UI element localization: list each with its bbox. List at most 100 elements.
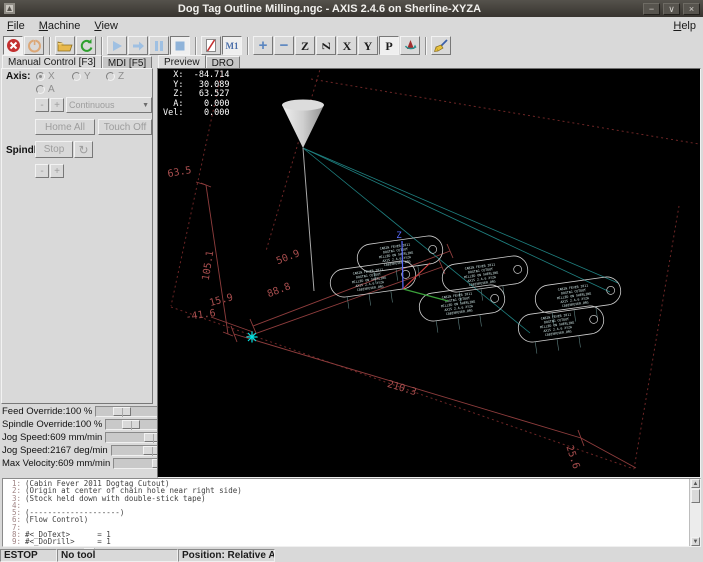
open-folder-icon	[57, 39, 73, 53]
toolbar: M1 + − Z Z X Y P	[0, 36, 703, 55]
estop-button[interactable]	[3, 36, 23, 55]
scroll-up-icon[interactable]: ▲	[691, 479, 700, 488]
touch-off-button[interactable]: Touch Off	[98, 119, 152, 135]
gcode-line[interactable]: 6:(Flow Control)	[3, 516, 689, 523]
axis-radio-y[interactable]: Y	[72, 71, 91, 82]
dim-105-1: 105.1	[201, 250, 217, 281]
gcode-scrollbar[interactable]: ▲ ▼	[689, 479, 700, 546]
chevron-down-icon: ▼	[142, 102, 149, 109]
tab-preview[interactable]: Preview	[158, 55, 206, 68]
dro-readout: X: -84.714 Y: 30.089 Z: 63.527 A: 0.000 …	[163, 71, 230, 119]
dim-neg-41-6: -41.6	[185, 308, 216, 323]
manual-control-panel: Manual Control [F3] MDI [F5] Axis: X Y Z…	[0, 55, 155, 478]
dim-50-9: 50.9	[275, 248, 301, 267]
spindle-plus-button[interactable]: +	[50, 164, 64, 178]
slider-row: Feed Override:100 %	[0, 405, 155, 418]
machine-power-button[interactable]	[24, 36, 44, 55]
pause-button[interactable]	[149, 36, 169, 55]
axis-label: Axis:	[6, 71, 30, 82]
tool-path-line	[303, 148, 314, 291]
axis-radio-a[interactable]: A	[36, 84, 55, 95]
gcode-line-text: (Stock held down with double-stick tape)	[25, 495, 206, 502]
view-y-icon: Y	[364, 40, 373, 52]
minimize-button[interactable]: −	[643, 3, 660, 15]
gcode-listing[interactable]: 1:(Cabin Fever 2011 Dogtag Cutout)2:(Ori…	[2, 478, 701, 547]
app-window: Dog Tag Outline Milling.ngc - AXIS 2.4.6…	[0, 0, 703, 562]
slider-handle[interactable]	[122, 420, 140, 429]
block-delete-button[interactable]	[201, 36, 221, 55]
tab-dro[interactable]: DRO	[206, 56, 240, 68]
run-button[interactable]	[107, 36, 127, 55]
toolbar-separator	[425, 37, 427, 55]
reload-button[interactable]	[76, 36, 96, 55]
slider-handle[interactable]	[113, 407, 131, 416]
menu-bar: File Machine View Help	[0, 17, 703, 36]
left-tabs: Manual Control [F3] MDI [F5]	[2, 55, 152, 68]
step-button[interactable]	[128, 36, 148, 55]
spindle-minus-button[interactable]: -	[35, 164, 49, 178]
plunge-line	[347, 297, 349, 309]
optional-stop-icon: M1	[226, 41, 239, 51]
gcode-line[interactable]: 9:#<_DoDrill> = 1	[3, 538, 689, 545]
menu-machine[interactable]: Machine	[32, 18, 88, 34]
gcode-line[interactable]: 3:(Stock held down with double-stick tap…	[3, 495, 689, 502]
spindle-forward-button[interactable]: ↻	[74, 141, 93, 158]
slider-label: Max Velocity:	[2, 458, 58, 469]
close-button[interactable]: ×	[683, 3, 700, 15]
radio-circle	[106, 72, 115, 81]
scrollbar-thumb[interactable]	[691, 489, 700, 503]
menu-file[interactable]: File	[0, 18, 32, 34]
jog-plus-button[interactable]: +	[50, 98, 64, 112]
override-sliders: Feed Override:100 %Spindle Override:100 …	[0, 405, 155, 470]
view-x-button[interactable]: X	[337, 36, 357, 55]
slider-value: 609 mm/min	[50, 432, 102, 443]
manual-control-frame: Axis: X Y Z A - + Continuous ▼ Home All …	[1, 68, 153, 404]
menu-view[interactable]: View	[87, 18, 125, 34]
tab-mdi[interactable]: MDI [F5]	[102, 56, 152, 68]
spindle-stop-button[interactable]: Stop	[35, 141, 73, 158]
stop-button[interactable]	[170, 36, 190, 55]
view-y-button[interactable]: Y	[358, 36, 378, 55]
dogtag-outlines: CABIN FEVER 2011DOGTAG CUTOUTMILLED ON S…	[328, 234, 624, 356]
slider-label: Jog Speed:	[2, 445, 50, 456]
gcode-line-number: 9:	[3, 538, 21, 545]
zoom-out-button[interactable]: −	[274, 36, 294, 55]
preview-canvas[interactable]: 63.5 105.1 50.9 88.8 15.9 -41.6 210.3 25…	[157, 68, 701, 478]
scroll-down-icon[interactable]: ▼	[691, 537, 700, 546]
zoom-in-button[interactable]: +	[253, 36, 273, 55]
maximize-button[interactable]: ∨	[663, 3, 680, 15]
toolbar-separator	[247, 37, 249, 55]
home-all-button[interactable]: Home All	[35, 119, 95, 135]
zoom-in-icon: +	[259, 40, 268, 52]
plunge-line	[574, 310, 576, 322]
rotate-view-button[interactable]	[400, 36, 420, 55]
view-z-button[interactable]: Z	[295, 36, 315, 55]
plunge-line	[535, 342, 537, 354]
plunge-line	[557, 339, 559, 351]
axis-radio-x[interactable]: X	[36, 71, 55, 82]
gcode-line-text: (Flow Control)	[25, 516, 88, 523]
optional-stop-button[interactable]: M1	[222, 36, 242, 55]
view-perspective-button[interactable]: P	[379, 36, 399, 55]
jog-increment-dropdown[interactable]: Continuous ▼	[66, 97, 152, 113]
jog-increment-value: Continuous	[69, 100, 115, 110]
preview-pane: Preview DRO	[155, 55, 703, 478]
zoom-out-icon: −	[280, 40, 289, 52]
gcode-line[interactable]: 5:(--------------------)	[3, 509, 689, 516]
jog-minus-button[interactable]: -	[35, 98, 49, 112]
clear-plot-button[interactable]	[431, 36, 451, 55]
machine-limits	[171, 69, 699, 469]
slider-row: Jog Speed:2167 deg/min	[0, 444, 155, 457]
open-file-button[interactable]	[55, 36, 75, 55]
title-bar: Dog Tag Outline Milling.ngc - AXIS 2.4.6…	[0, 0, 703, 17]
origin-marker-icon	[247, 332, 258, 343]
block-delete-icon	[204, 38, 218, 53]
slider-trough[interactable]	[95, 406, 159, 417]
tab-manual-control[interactable]: Manual Control [F3]	[2, 55, 102, 68]
view-z-rotated-button[interactable]: Z	[316, 36, 336, 55]
slider-row: Jog Speed:609 mm/min	[0, 431, 155, 444]
main-area: Manual Control [F3] MDI [F5] Axis: X Y Z…	[0, 55, 703, 478]
run-icon	[110, 39, 124, 53]
menu-help[interactable]: Help	[666, 18, 703, 34]
axis-radio-z[interactable]: Z	[106, 71, 124, 82]
